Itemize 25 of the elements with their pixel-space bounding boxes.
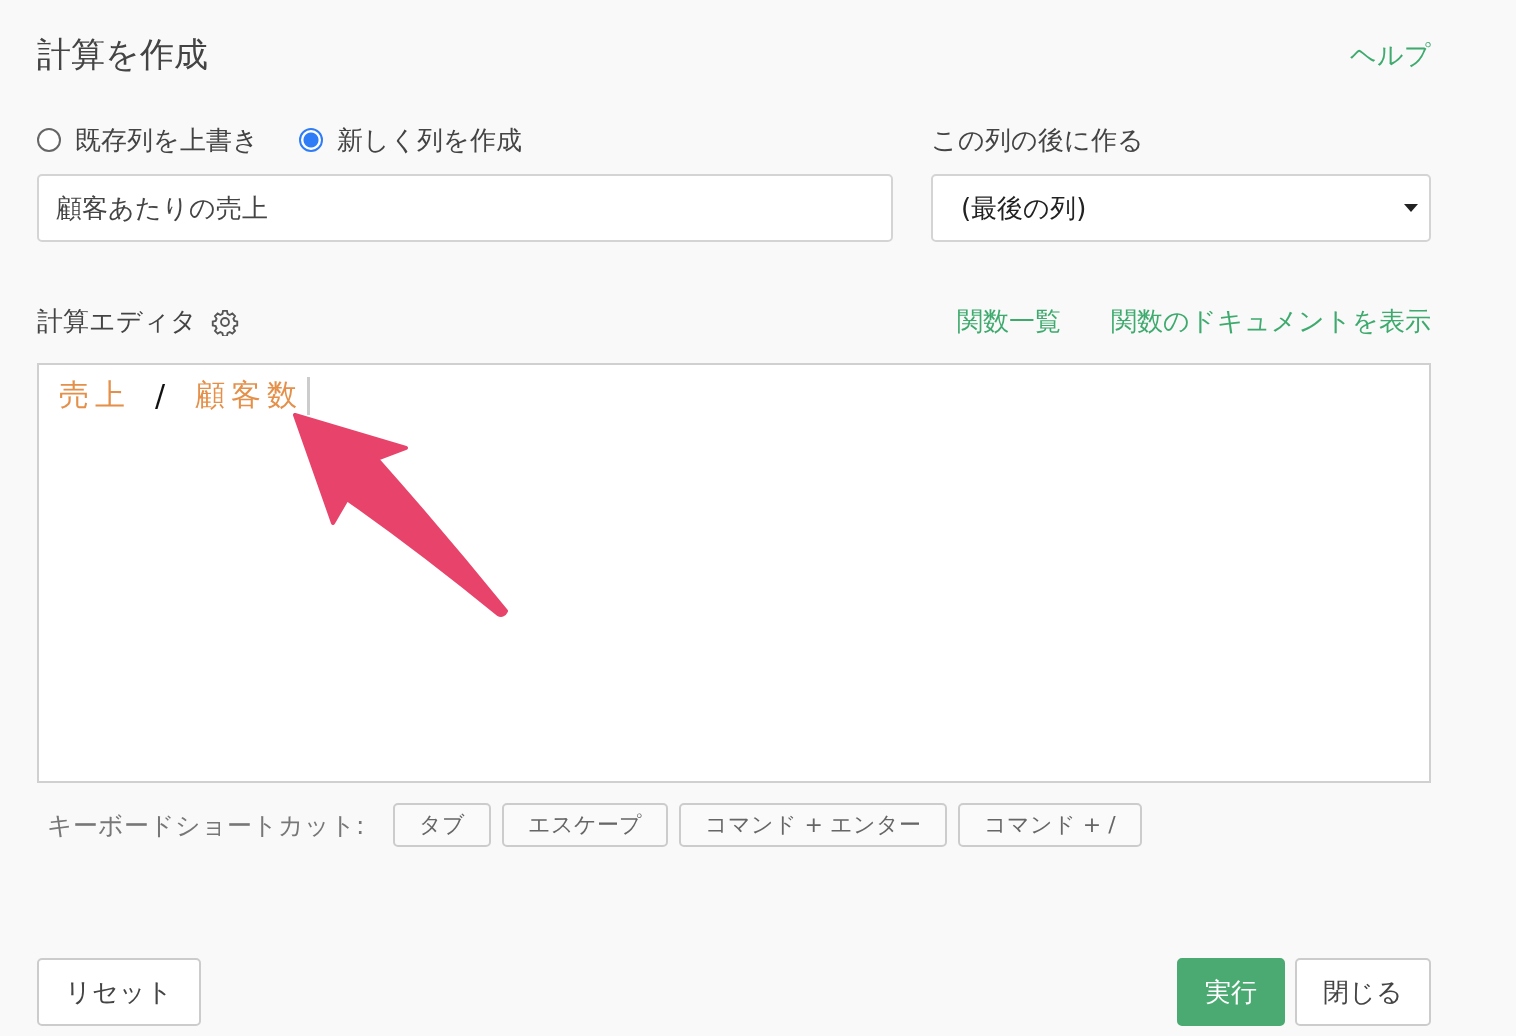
column-name-field[interactable]: 顧客あたりの売上 [37,174,893,242]
operator-token: / [155,378,172,413]
shortcut-key: コマンド + エンター [679,803,947,847]
insert-after-dropdown[interactable]: (最後の列) [931,174,1431,242]
dialog-title: 計算を作成 [37,33,208,76]
radio-option[interactable]: 既存列を上書き [37,122,259,158]
shortcuts-label: キーボードショートカット: [47,809,365,842]
editor-label: 計算エディタ [37,305,197,338]
shortcut-key: エスケープ [502,803,669,847]
radio-icon[interactable] [37,128,61,152]
settings-icon[interactable] [211,307,239,336]
insert-after-label: この列の後に作る [931,124,1145,157]
text-cursor [307,376,311,415]
shortcut-key: タブ [393,803,492,847]
radio-option[interactable]: 新しく列を作成 [299,122,522,158]
caret-icon [1403,203,1419,213]
radio-label: 既存列を上書き [75,123,259,157]
formula-editor[interactable]: 売上 / 顧客数 [37,363,1431,783]
shortcut-key: コマンド + / [957,803,1142,847]
radio-icon[interactable] [299,128,323,152]
reset-button[interactable]: リセット [37,958,201,1026]
column-token: 売上 [59,376,131,414]
radio-label: 新しく列を作成 [337,123,522,157]
column-token: 顧客数 [195,376,304,414]
close-button[interactable]: 閉じる [1295,958,1431,1026]
